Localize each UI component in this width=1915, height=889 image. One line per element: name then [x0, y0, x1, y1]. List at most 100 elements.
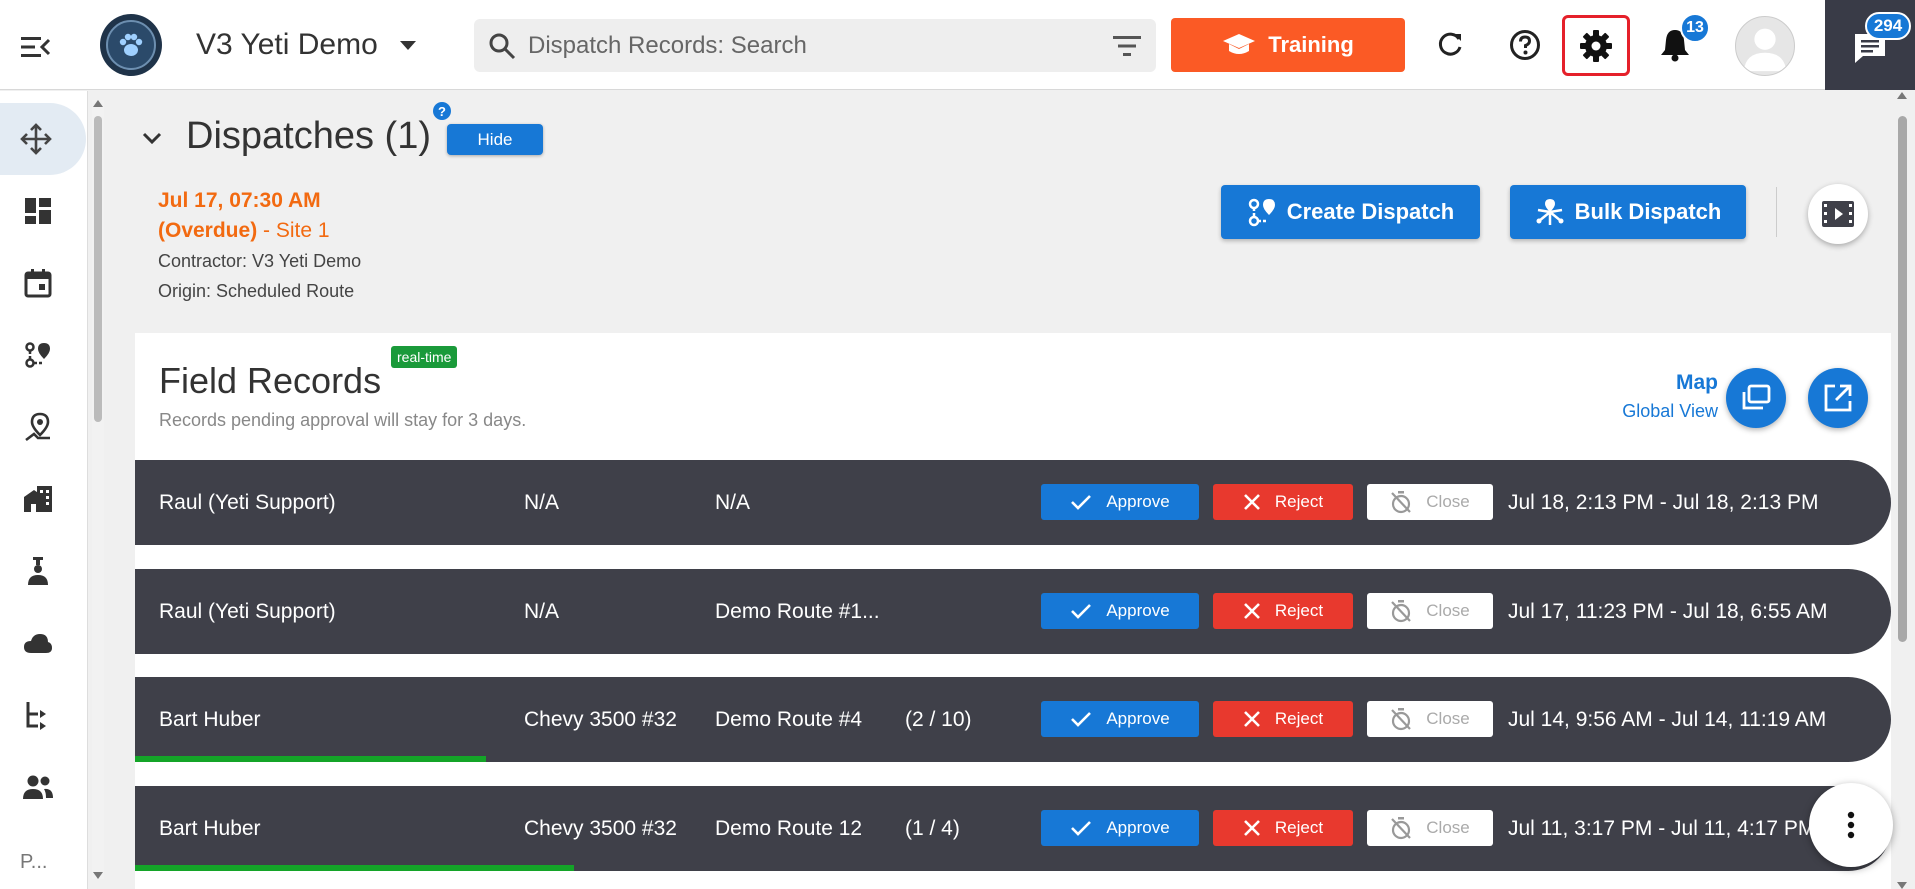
company-logo[interactable] [100, 14, 162, 76]
close-x-icon [1243, 494, 1260, 510]
dispatch-status-line: (Overdue) - Site 1 [158, 216, 361, 246]
sidebar-item-weather[interactable] [14, 619, 62, 667]
close-button[interactable]: Close [1367, 593, 1493, 629]
bulk-dispatch-label: Bulk Dispatch [1574, 199, 1722, 224]
close-button[interactable]: Close [1367, 484, 1493, 520]
organization-selector[interactable]: V3 Yeti Demo [196, 24, 416, 66]
dashboard-icon [25, 198, 51, 224]
reject-label: Reject [1274, 601, 1324, 620]
close-x-icon [1243, 711, 1260, 727]
settings-button[interactable] [1562, 15, 1630, 76]
record-worker-name: Bart Huber [159, 707, 261, 731]
hide-dispatches-button[interactable]: Hide [447, 124, 543, 155]
field-record-row[interactable]: Raul (Yeti Support) N/A Demo Route #1... Ap… [135, 569, 1891, 654]
record-progress-count: (1 / 4) [905, 816, 960, 840]
reject-button[interactable]: Reject [1213, 810, 1353, 846]
create-dispatch-label: Create Dispatch [1286, 199, 1455, 224]
dispatches-title: Dispatches (1) [186, 115, 431, 157]
reject-button[interactable]: Reject [1213, 484, 1353, 520]
menu-collapse-icon [21, 37, 51, 57]
record-date-range: Jul 17, 11:23 PM - Jul 18, 6:55 AM [1508, 599, 1828, 623]
reject-label: Reject [1274, 492, 1324, 511]
dispatch-card[interactable]: Jul 17, 07:30 AM (Overdue) - Site 1 Cont… [158, 186, 361, 306]
map-pin-icon [25, 412, 50, 442]
calendar-icon [24, 269, 52, 298]
filter-icon [1113, 36, 1141, 56]
open-external-button[interactable] [1808, 368, 1868, 428]
video-tutorial-button[interactable] [1808, 184, 1868, 244]
route-add-icon [1248, 198, 1275, 227]
record-date-range: Jul 18, 2:13 PM - Jul 18, 2:13 PM [1508, 490, 1819, 514]
scroll-up-icon[interactable] [93, 100, 103, 107]
sidebar-scroll-thumb[interactable] [94, 116, 102, 422]
sidebar-item-calendar[interactable] [14, 259, 62, 307]
dispatches-collapse-toggle[interactable] [138, 124, 166, 152]
sidebar-item-sites[interactable] [14, 475, 62, 523]
approve-button[interactable]: Approve [1041, 701, 1199, 737]
sidebar-item-workers[interactable] [14, 547, 62, 595]
record-progress-bar [135, 756, 486, 762]
help-circle-icon [1510, 30, 1540, 60]
layers-button[interactable] [1726, 368, 1786, 428]
main-scroll-thumb[interactable] [1898, 116, 1907, 642]
user-avatar[interactable] [1735, 16, 1795, 76]
sidebar-item-dashboard[interactable] [14, 187, 62, 235]
scroll-down-icon[interactable] [1897, 882, 1907, 889]
map-link[interactable]: Map [1676, 371, 1718, 395]
record-vehicle: N/A [524, 490, 560, 514]
dispatch-origin: Origin: Scheduled Route [158, 281, 355, 301]
paw-icon [119, 33, 143, 56]
worker-icon [28, 557, 48, 585]
search-input[interactable] [528, 31, 1088, 60]
sidebar-item-people[interactable] [14, 763, 62, 811]
scroll-up-icon[interactable] [1897, 92, 1907, 99]
refresh-button[interactable] [1426, 21, 1474, 69]
gear-icon [1580, 29, 1612, 62]
field-records-title: Field Records [159, 360, 382, 401]
reject-button[interactable]: Reject [1213, 701, 1353, 737]
people-icon [23, 775, 53, 799]
record-route: Demo Route #1... [715, 599, 880, 623]
record-progress-bar [135, 865, 574, 871]
record-worker-name: Raul (Yeti Support) [159, 599, 336, 623]
record-vehicle: Chevy 3500 #32 [524, 816, 677, 840]
menu-collapse-button[interactable] [14, 25, 58, 69]
chevron-down-icon [399, 40, 416, 50]
dispatch-overdue-status: (Overdue) [158, 219, 258, 242]
record-route: Demo Route #4 [715, 707, 863, 731]
field-record-row[interactable]: Raul (Yeti Support) N/A N/A Approve Reject Cl… [135, 460, 1891, 545]
routes-move-icon [20, 123, 52, 155]
sidebar-item-locations[interactable] [14, 403, 62, 451]
approve-button[interactable]: Approve [1041, 593, 1199, 629]
main-scrollbar[interactable] [1895, 92, 1909, 889]
filter-button[interactable] [1110, 29, 1144, 63]
field-record-row[interactable]: Bart Huber Chevy 3500 #32 Demo Route 12 (1 … [135, 786, 1891, 871]
top-bar: V3 Yeti Demo Training [0, 0, 1915, 90]
reject-button[interactable]: Reject [1213, 593, 1353, 629]
sidebar-scrollbar[interactable] [92, 100, 104, 879]
sidebar-item-routes-move[interactable] [0, 103, 86, 175]
help-button[interactable] [1501, 21, 1549, 69]
route-map-icon [25, 342, 50, 368]
check-icon [1071, 712, 1092, 727]
bulk-dispatch-button[interactable]: Bulk Dispatch [1510, 185, 1746, 239]
close-label: Close [1426, 601, 1470, 620]
hierarchy-icon [26, 702, 46, 730]
more-options-button[interactable] [1809, 783, 1893, 867]
approve-label: Approve [1106, 601, 1170, 620]
reject-label: Reject [1274, 709, 1324, 728]
approve-button[interactable]: Approve [1041, 484, 1199, 520]
field-record-row[interactable]: Bart Huber Chevy 3500 #32 Demo Route #4 (2 … [135, 677, 1891, 762]
close-button[interactable]: Close [1367, 810, 1493, 846]
scroll-down-icon[interactable] [93, 872, 103, 879]
dispatches-help-icon[interactable]: ? [433, 102, 451, 120]
approve-button[interactable]: Approve [1041, 810, 1199, 846]
training-button[interactable]: Training [1171, 18, 1405, 72]
record-worker-name: Bart Huber [159, 816, 261, 840]
app-title: V3 Yeti Demo [196, 28, 378, 61]
sidebar-item-hierarchy[interactable] [14, 691, 62, 739]
close-button[interactable]: Close [1367, 701, 1493, 737]
create-dispatch-button[interactable]: Create Dispatch [1221, 185, 1480, 239]
sidebar-item-routes[interactable] [14, 331, 62, 379]
global-view-link[interactable]: Global View [1622, 401, 1718, 422]
